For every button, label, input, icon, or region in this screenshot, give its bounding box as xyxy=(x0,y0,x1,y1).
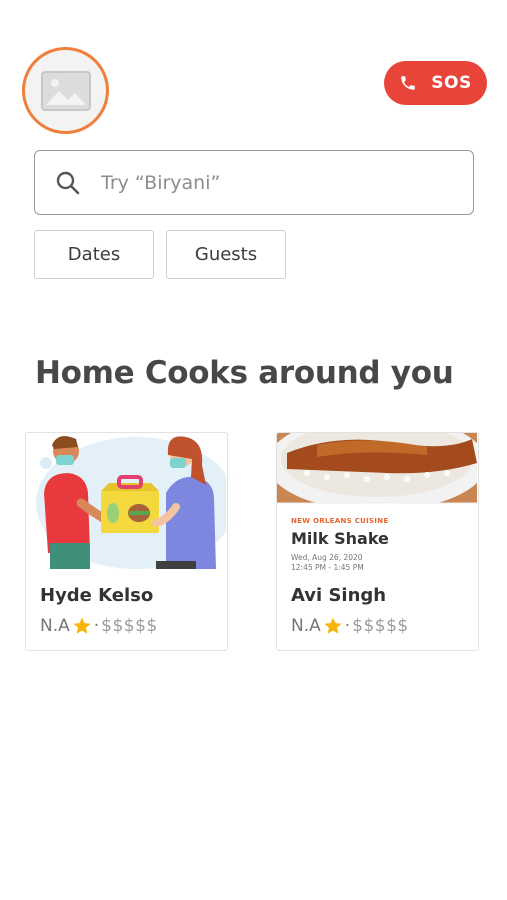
dates-filter-button[interactable]: Dates xyxy=(34,230,154,279)
star-icon xyxy=(73,617,91,634)
dates-filter-label: Dates xyxy=(67,244,121,265)
image-placeholder-icon xyxy=(40,70,91,111)
cook-name: Avi Singh xyxy=(291,585,387,606)
cook-name: Hyde Kelso xyxy=(40,585,154,606)
promo-category: NEW ORLEANS CUISINE xyxy=(291,517,389,525)
cook-meta: N.A · $$$$$ xyxy=(291,616,409,636)
guests-filter-button[interactable]: Guests xyxy=(166,230,286,279)
meta-separator: · xyxy=(93,616,100,636)
search-bar[interactable] xyxy=(34,150,474,215)
star-icon xyxy=(324,617,342,634)
price-level: $$$$$ xyxy=(352,616,409,636)
cook-meta: N.A · $$$$$ xyxy=(40,616,158,636)
rating-value: N.A xyxy=(291,616,321,636)
food-promo-image xyxy=(277,433,477,569)
profile-avatar[interactable] xyxy=(22,47,109,134)
phone-icon xyxy=(401,76,416,90)
cook-card[interactable]: Hyde Kelso N.A · $$$$$ xyxy=(25,432,228,651)
meta-separator: · xyxy=(344,616,351,636)
sos-button[interactable]: SOS xyxy=(384,61,487,105)
promo-date: Wed, Aug 26, 2020 xyxy=(291,553,363,562)
promo-time: 12:45 PM - 1:45 PM xyxy=(291,563,364,572)
section-title: Home Cooks around you xyxy=(35,355,454,391)
rating-value: N.A xyxy=(40,616,70,636)
search-input[interactable] xyxy=(101,171,421,194)
promo-title: Milk Shake xyxy=(291,529,389,548)
delivery-illustration xyxy=(26,433,226,569)
sos-label: SOS xyxy=(431,73,472,93)
guests-filter-label: Guests xyxy=(194,244,258,265)
search-icon xyxy=(56,171,80,194)
price-level: $$$$$ xyxy=(101,616,158,636)
cook-card[interactable]: NEW ORLEANS CUISINE Milk Shake Wed, Aug … xyxy=(276,432,479,651)
